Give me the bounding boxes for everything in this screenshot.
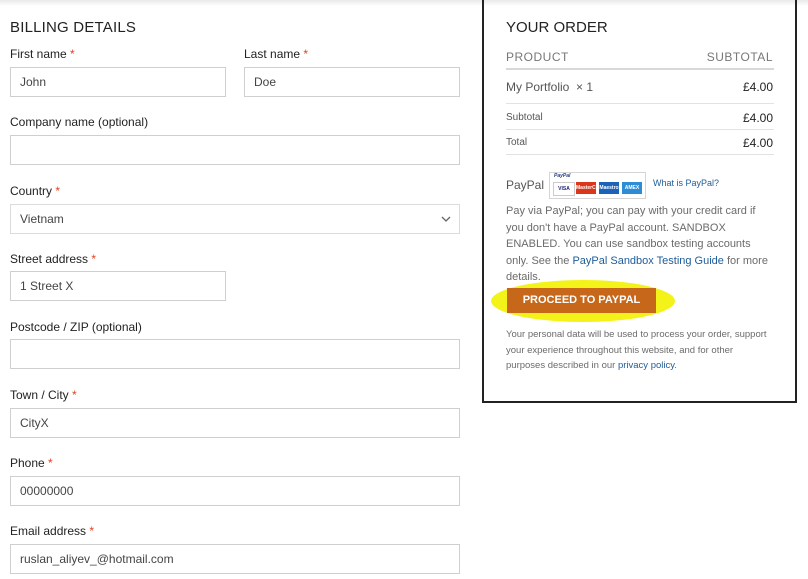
order-item-qty: × 1 (576, 80, 594, 94)
last-name-input[interactable]: Doe (244, 67, 460, 97)
first-name-label: First name * (10, 47, 75, 61)
amex-icon: AMEX (622, 182, 642, 194)
sandbox-guide-link[interactable]: PayPal Sandbox Testing Guide (572, 255, 723, 267)
paypal-description: Pay via PayPal; you can pay with your cr… (506, 205, 768, 283)
row-divider (506, 154, 774, 155)
postcode-input[interactable] (10, 339, 460, 369)
row-divider (506, 103, 774, 104)
postcode-label: Postcode / ZIP (optional) (10, 320, 142, 334)
phone-label: Phone * (10, 456, 53, 470)
country-select-value: Vietnam (20, 212, 64, 226)
street-label: Street address * (10, 252, 97, 266)
last-name-label: Last name * (244, 47, 309, 61)
proceed-to-paypal-button[interactable]: PROCEED TO PAYPAL (507, 288, 656, 313)
mastercard-icon: MasterCard (576, 182, 604, 194)
chevron-down-icon (441, 216, 451, 222)
city-label: Town / City * (10, 388, 77, 402)
maestro-icon: Maestro (599, 182, 619, 194)
country-label: Country * (10, 184, 61, 198)
total-value: £4.00 (742, 136, 773, 150)
phone-input[interactable]: 00000000 (10, 476, 460, 506)
row-divider (506, 129, 774, 130)
paypal-acceptance-mark: PayPal VISA MasterCard Maestro AMEX (549, 172, 646, 199)
what-is-paypal-link[interactable]: What is PayPal? (653, 178, 719, 188)
order-item-name: My Portfolio (506, 80, 570, 94)
email-input[interactable]: ruslan_aliyev_@hotmail.com (10, 544, 460, 574)
subtotal-value: £4.00 (742, 111, 773, 125)
visa-icon: VISA (553, 182, 575, 196)
email-label: Email address * (10, 524, 95, 538)
order-title: YOUR ORDER (506, 19, 608, 36)
street-input[interactable]: 1 Street X (10, 271, 226, 301)
company-label: Company name (optional) (10, 115, 149, 129)
billing-title: BILLING DETAILS (10, 19, 137, 36)
order-item: My Portfolio × 1 (506, 80, 593, 94)
subtotal-label: Subtotal (506, 112, 543, 123)
order-item-total: £4.00 (742, 80, 773, 94)
company-input[interactable] (10, 135, 460, 165)
paypal-logo: PayPal (554, 173, 571, 179)
column-subtotal-header: SUBTOTAL (706, 50, 773, 64)
header-divider (506, 68, 774, 70)
first-name-input[interactable]: John (10, 67, 226, 97)
privacy-policy-link[interactable]: privacy policy (618, 360, 674, 371)
total-label: Total (506, 137, 528, 148)
privacy-notice: Your personal data will be used to proce… (506, 329, 767, 371)
column-product-header: PRODUCT (506, 50, 569, 64)
payment-method-label[interactable]: PayPal (506, 178, 544, 192)
city-input[interactable]: CityX (10, 408, 460, 438)
country-select[interactable]: Vietnam (10, 204, 460, 234)
